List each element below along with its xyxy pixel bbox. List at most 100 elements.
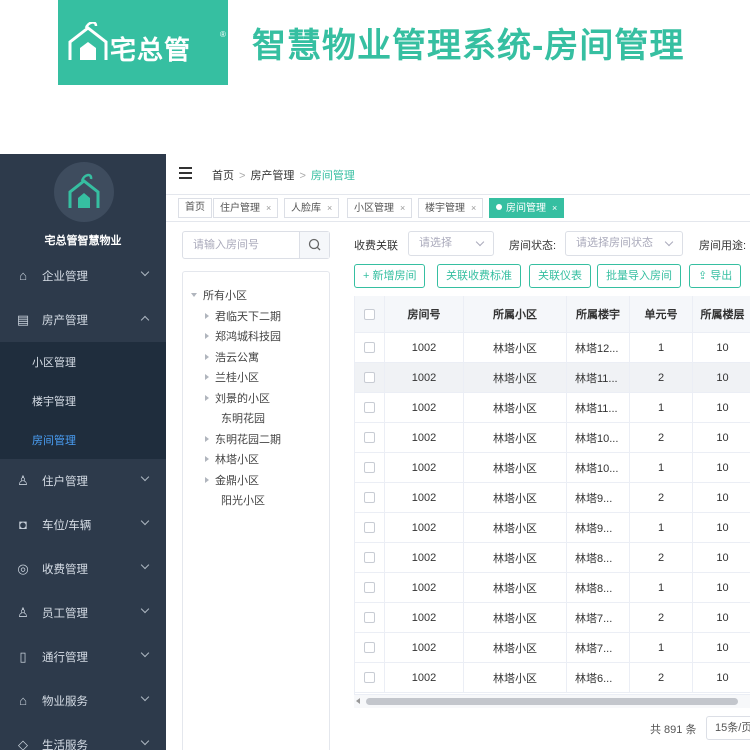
table-row[interactable]: 1002 林塔小区 林塔10... 2 10: [355, 423, 750, 453]
table-row[interactable]: 1002 林塔小区 林塔9... 1 10: [355, 513, 750, 543]
table-row[interactable]: 1002 林塔小区 林塔7... 2 10: [355, 603, 750, 633]
sidebar-item-resident[interactable]: ♙ 住户管理: [0, 459, 166, 503]
sidebar-brand: 宅总管智慧物业: [44, 235, 122, 247]
column-header[interactable]: 房间号: [385, 296, 464, 332]
caret-right-icon[interactable]: [205, 353, 209, 360]
tree-node[interactable]: 金鼎小区: [183, 471, 329, 492]
row-checkbox[interactable]: [364, 492, 375, 503]
column-header[interactable]: 所属小区: [464, 296, 567, 332]
table-cell: 10: [693, 423, 750, 452]
caret-right-icon[interactable]: [205, 374, 209, 380]
caret-right-icon[interactable]: [205, 456, 209, 462]
row-checkbox[interactable]: [364, 432, 375, 443]
status-filter-select[interactable]: 请选择房间状态: [565, 231, 683, 256]
tree-node[interactable]: 阳光小区: [183, 491, 329, 512]
table-row[interactable]: 1002 林塔小区 林塔11... 2 10: [355, 363, 750, 393]
fee-filter-select[interactable]: 请选择: [408, 231, 494, 256]
link-fee-standard-button[interactable]: 关联收费标准: [437, 264, 521, 288]
row-checkbox[interactable]: [364, 612, 375, 623]
table-row[interactable]: 1002 林塔小区 林塔6... 2 10: [355, 663, 750, 693]
row-checkbox[interactable]: [364, 402, 375, 413]
tree-node[interactable]: 君临天下二期: [183, 307, 329, 328]
table-cell: 林塔小区: [464, 633, 567, 662]
tree-node[interactable]: 浩云公寓: [183, 348, 329, 369]
sidebar-item-property[interactable]: ▤ 房产管理: [0, 298, 166, 342]
scroll-left-icon[interactable]: [356, 698, 360, 704]
sidebar-item-parking[interactable]: ◘ 车位/车辆: [0, 503, 166, 547]
caret-down-icon[interactable]: [191, 293, 197, 297]
tree-node-root[interactable]: 所有小区: [183, 286, 329, 307]
sidebar-item-access[interactable]: ▯ 通行管理: [0, 635, 166, 679]
sidebar-item-fee[interactable]: ◎ 收费管理: [0, 547, 166, 591]
row-checkbox[interactable]: [364, 342, 375, 353]
table-row[interactable]: 1002 林塔小区 林塔8... 1 10: [355, 573, 750, 603]
tag-home[interactable]: 首页: [178, 198, 212, 218]
sidebar-item-service[interactable]: ⌂ 物业服务: [0, 679, 166, 723]
table-row[interactable]: 1002 林塔小区 林塔12... 1 10: [355, 333, 750, 363]
room-search-input[interactable]: [183, 232, 301, 258]
breadcrumb-home[interactable]: 首页: [212, 170, 234, 182]
menu-toggle-icon[interactable]: [179, 167, 192, 179]
tag-building[interactable]: 楼宇管理 ×: [418, 198, 484, 218]
row-checkbox[interactable]: [364, 522, 375, 533]
select-all-checkbox[interactable]: [364, 308, 375, 320]
tree-node[interactable]: 郑鸿城科技园: [183, 327, 329, 348]
close-icon[interactable]: ×: [552, 203, 557, 213]
tree-node[interactable]: 东明花园二期: [183, 430, 329, 451]
column-header[interactable]: 所属楼宇: [567, 296, 630, 332]
column-header[interactable]: 单元号: [630, 296, 693, 332]
batch-import-button[interactable]: 批量导入房间: [597, 264, 681, 288]
sidebar-subitem-community[interactable]: 小区管理: [0, 342, 166, 381]
tag-face-library[interactable]: 人脸库 ×: [284, 198, 340, 218]
sidebar-item-life-service[interactable]: ◇ 生活服务: [0, 723, 166, 750]
chevron-down-icon: [140, 736, 150, 746]
row-select-cell: [355, 333, 385, 362]
scrollbar-thumb[interactable]: [366, 698, 738, 705]
close-icon[interactable]: ×: [266, 203, 271, 213]
add-room-button[interactable]: + 新增房间: [354, 264, 426, 288]
table-row[interactable]: 1002 林塔小区 林塔7... 1 10: [355, 633, 750, 663]
row-select-cell: [355, 573, 385, 602]
row-checkbox[interactable]: [364, 462, 375, 473]
row-checkbox[interactable]: [364, 552, 375, 563]
link-meter-button[interactable]: 关联仪表: [529, 264, 591, 288]
row-checkbox[interactable]: [364, 372, 375, 383]
table-cell: 10: [693, 573, 750, 602]
tree-node[interactable]: 兰桂小区: [183, 368, 329, 389]
caret-right-icon[interactable]: [205, 394, 209, 401]
close-icon[interactable]: ×: [400, 203, 405, 213]
table-row[interactable]: 1002 林塔小区 林塔9... 2 10: [355, 483, 750, 513]
table-row[interactable]: 1002 林塔小区 林塔8... 2 10: [355, 543, 750, 573]
table-cell: 1002: [385, 513, 464, 542]
caret-right-icon[interactable]: [205, 333, 209, 339]
search-button[interactable]: [299, 232, 329, 258]
breadcrumb-section[interactable]: 房产管理: [250, 170, 294, 182]
table-row[interactable]: 1002 林塔小区 林塔11... 1 10: [355, 393, 750, 423]
sidebar-subitem-room[interactable]: 房间管理: [0, 420, 166, 459]
caret-right-icon[interactable]: [205, 312, 209, 319]
table-cell: 林塔小区: [464, 663, 567, 692]
tag-resident[interactable]: 住户管理 ×: [213, 198, 279, 218]
page-size-select[interactable]: 15条/页: [706, 716, 750, 740]
export-button[interactable]: ⇪ 导出: [689, 264, 742, 288]
sidebar-item-enterprise[interactable]: ⌂ 企业管理: [0, 254, 166, 298]
sidebar-item-staff[interactable]: ♙ 员工管理: [0, 591, 166, 635]
horizontal-scrollbar[interactable]: [354, 694, 750, 708]
caret-right-icon[interactable]: [205, 435, 209, 442]
breadcrumb: 首页 > 房产管理 > 房间管理: [212, 167, 355, 183]
sidebar-subitem-building[interactable]: 楼宇管理: [0, 381, 166, 420]
table-row[interactable]: 1002 林塔小区 林塔10... 1 10: [355, 453, 750, 483]
tree-node[interactable]: 林塔小区: [183, 450, 329, 471]
tree-node[interactable]: 刘景的小区: [183, 389, 329, 410]
close-icon[interactable]: ×: [327, 203, 332, 213]
row-checkbox[interactable]: [364, 642, 375, 653]
tag-community[interactable]: 小区管理 ×: [347, 198, 413, 218]
close-icon[interactable]: ×: [471, 203, 476, 213]
tag-room[interactable]: 房间管理 ×: [489, 198, 565, 218]
caret-right-icon[interactable]: [205, 476, 209, 483]
row-checkbox[interactable]: [364, 672, 375, 683]
tree-node[interactable]: 东明花园: [183, 409, 329, 430]
column-header[interactable]: 所属楼层: [693, 296, 750, 332]
chevron-down-icon: [475, 237, 485, 247]
row-checkbox[interactable]: [364, 582, 375, 593]
